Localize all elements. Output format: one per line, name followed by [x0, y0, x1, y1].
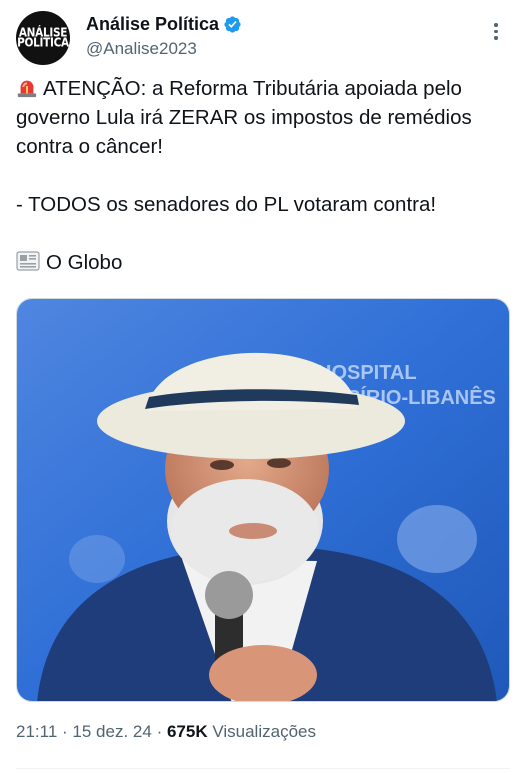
meta-separator-1: · — [62, 722, 68, 741]
display-name[interactable]: Análise Política — [86, 14, 219, 35]
post-meta: 21:11 · 15 dez. 24 · 675K Visualizações — [16, 722, 316, 742]
author-block: Análise Política @Analise2023 — [86, 14, 242, 59]
avatar-line2: POLÍTICA — [17, 36, 69, 50]
post-photo[interactable]: HOSPITAL SÍRIO-LIBANÊS — [16, 298, 510, 702]
newspaper-icon — [16, 251, 40, 271]
post-line-2: - TODOS os senadores do PL votaram contr… — [16, 193, 437, 216]
post-time[interactable]: 21:11 — [16, 722, 57, 741]
verified-badge-icon — [224, 16, 241, 33]
post-text: ATENÇÃO: a Reforma Tributária apoiada pe… — [16, 74, 516, 277]
divider — [16, 768, 510, 769]
views-count[interactable]: 675K — [167, 722, 208, 741]
post-header: ANÁLISE POLÍTICA Análise Política @Anali… — [16, 8, 510, 65]
handle[interactable]: @Analise2023 — [86, 39, 242, 59]
views-label[interactable]: Visualizações — [212, 722, 316, 741]
post-date[interactable]: 15 dez. 24 — [72, 722, 151, 741]
meta-separator-2: · — [156, 722, 163, 741]
post-line-1: ATENÇÃO: a Reforma Tributária apoiada pe… — [16, 77, 472, 158]
post-line-3[interactable]: O Globo — [46, 251, 122, 274]
siren-icon — [17, 80, 37, 98]
avatar[interactable]: ANÁLISE POLÍTICA — [16, 11, 70, 65]
more-options-icon[interactable] — [486, 20, 506, 44]
